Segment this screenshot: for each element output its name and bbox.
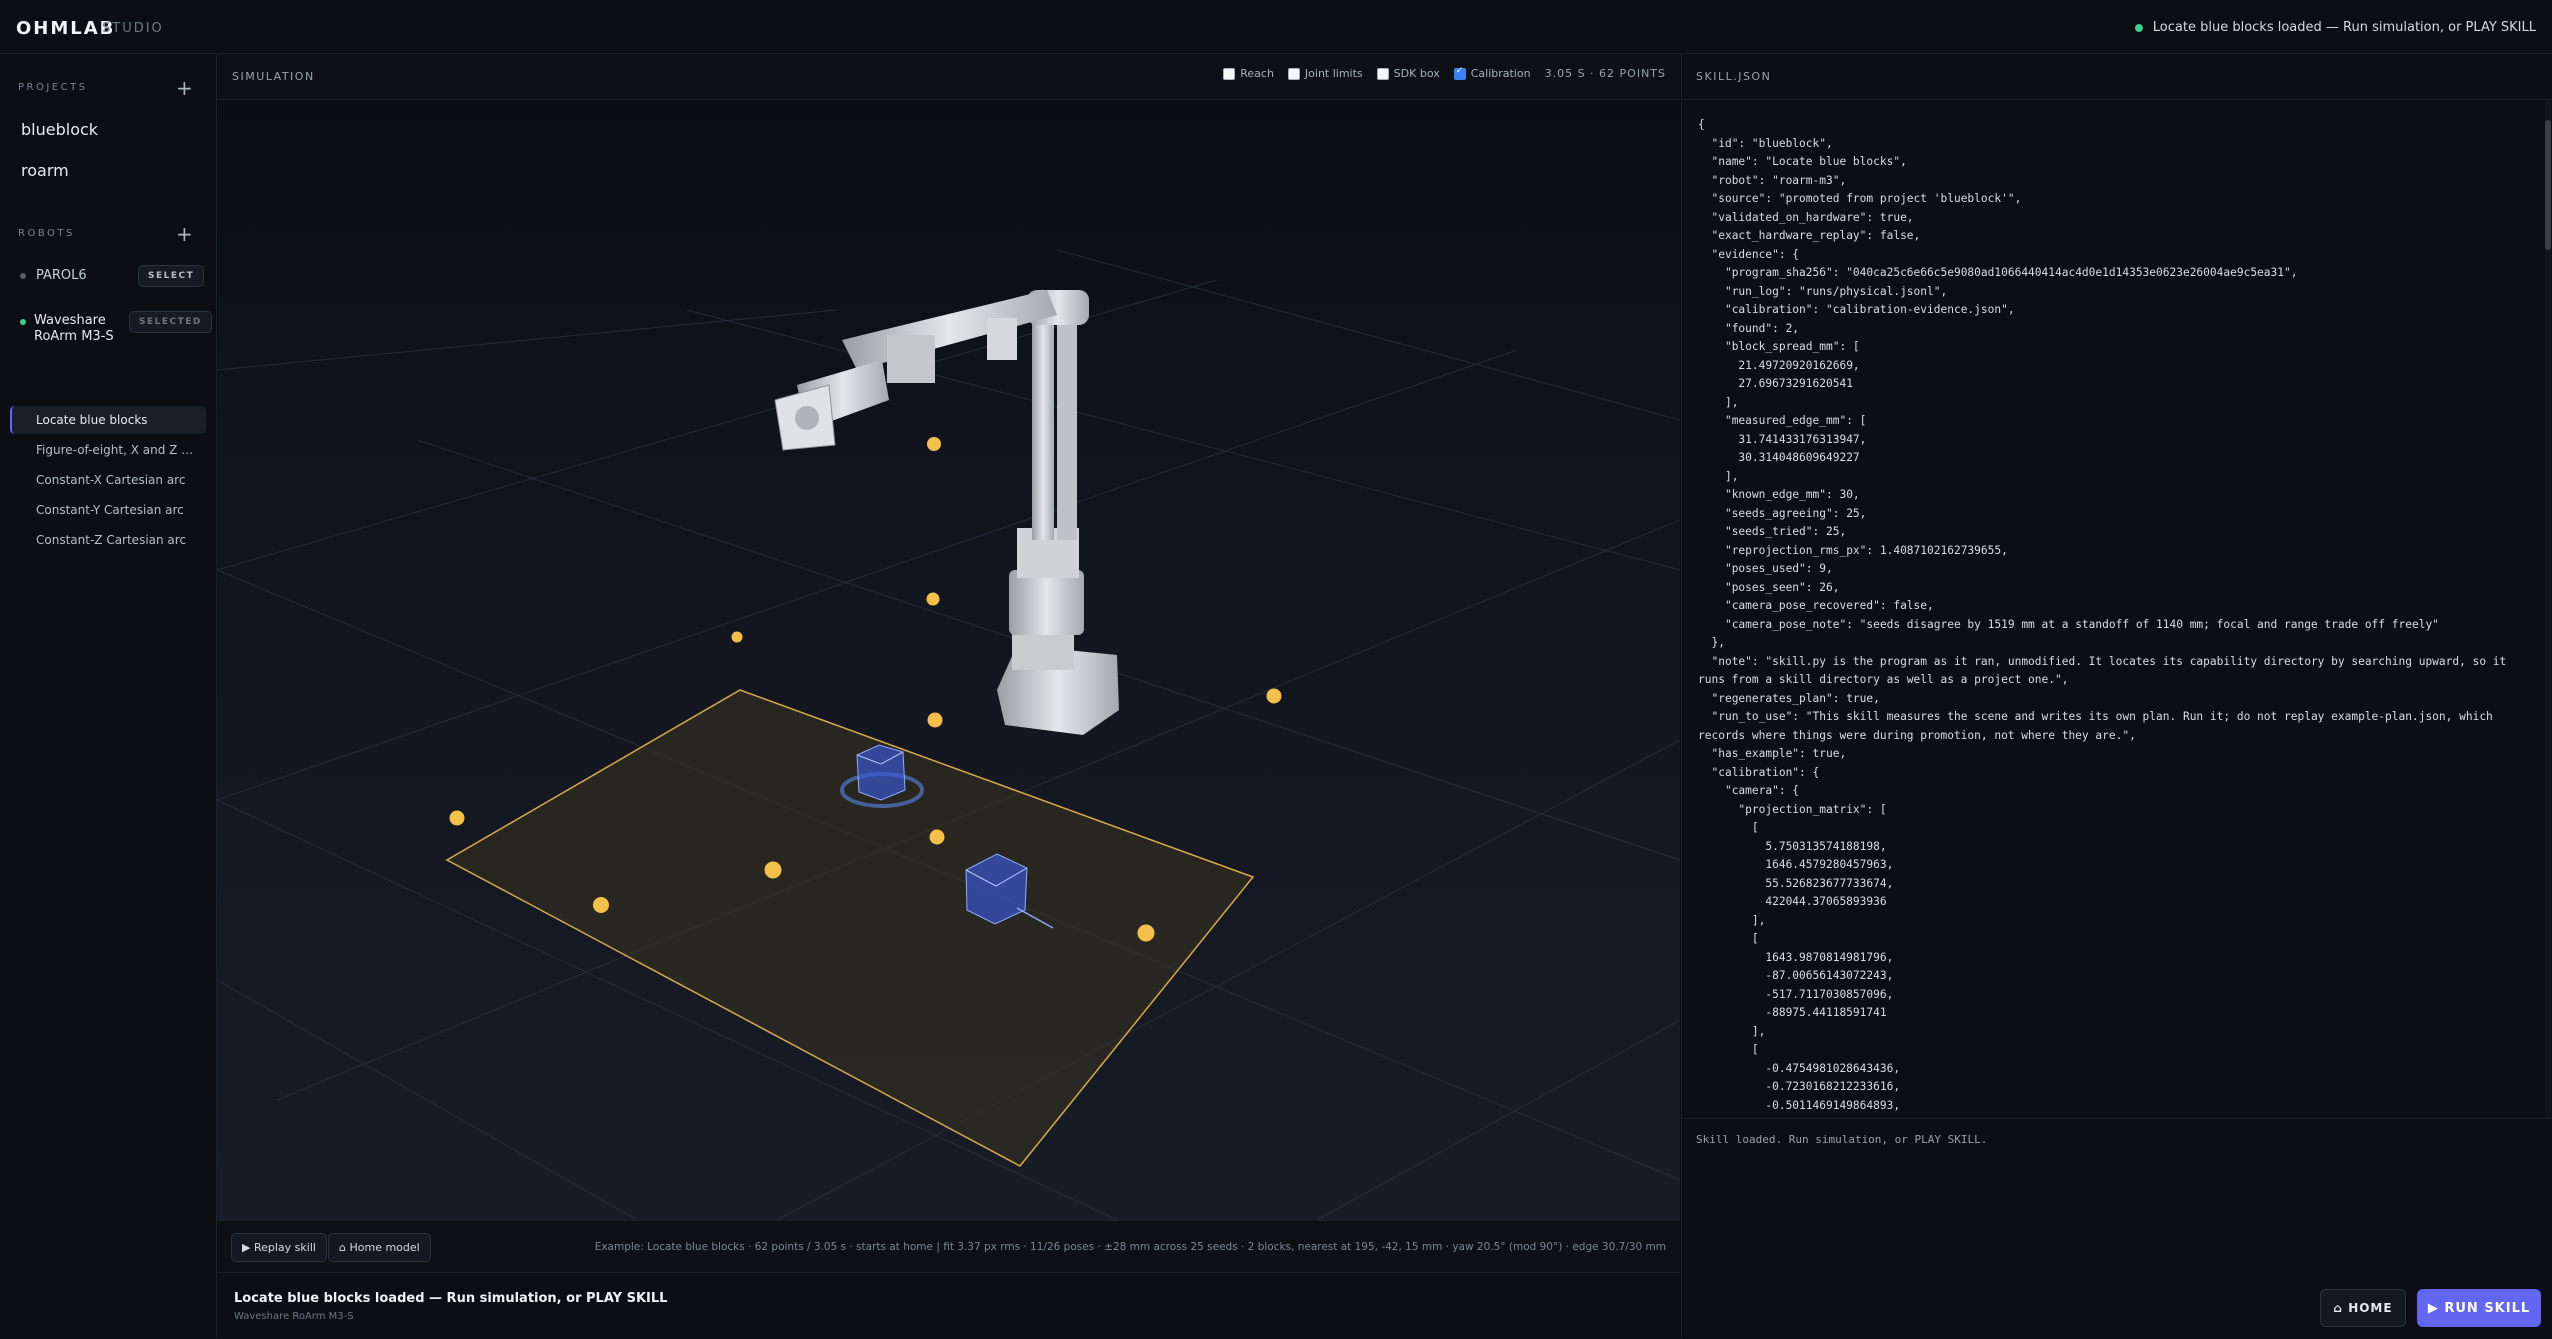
toggle-calibration[interactable]: Calibration bbox=[1453, 66, 1531, 80]
checkbox-calibration[interactable] bbox=[1453, 66, 1466, 80]
toggle-label: SDK box bbox=[1393, 67, 1440, 80]
top-status-text: Locate blue blocks loaded — Run simulati… bbox=[2152, 20, 2536, 35]
robot-status-dot-icon bbox=[20, 272, 26, 279]
skill-json-panel: SKILL.JSON { "id": "blueblock", "name": … bbox=[1681, 54, 2552, 1338]
skill-item[interactable]: Figure-of-eight, X and Z pla... bbox=[36, 443, 196, 457]
bottom-status-bar: Locate blue blocks loaded — Run simulati… bbox=[217, 1272, 1680, 1339]
toggle-sdk-box[interactable]: SDK box bbox=[1376, 67, 1440, 80]
run-skill-button[interactable]: ▶ RUN SKILL bbox=[2417, 1289, 2541, 1327]
toggle-label: Reach bbox=[1240, 67, 1274, 80]
simulation-note: Example: Locate blue blocks · 62 points … bbox=[594, 1241, 1666, 1253]
sidebar: PROJECTS + blueblock roarm ROBOTS + PARO… bbox=[0, 54, 217, 1338]
home-model-button[interactable]: ⌂ Home model bbox=[328, 1233, 431, 1262]
app-logo: OHMLAB bbox=[16, 18, 116, 39]
json-header: SKILL.JSON bbox=[1682, 54, 2552, 100]
robot-item-parol6[interactable]: PAROL6 bbox=[20, 268, 87, 283]
add-robot-icon[interactable]: + bbox=[176, 224, 193, 244]
robot-name-line2: RoArm M3-S bbox=[34, 329, 114, 344]
toggle-label: Joint limits bbox=[1304, 67, 1363, 80]
projects-title: PROJECTS bbox=[18, 82, 88, 93]
select-robot-button[interactable]: SELECT bbox=[138, 265, 205, 287]
skill-item[interactable]: Constant-Z Cartesian arc bbox=[36, 533, 196, 547]
json-scrollbar-thumb[interactable] bbox=[2545, 120, 2551, 250]
simulation-panel: SIMULATION Reach Joint limits SDK box Ca… bbox=[217, 54, 1680, 1339]
3d-viewport[interactable] bbox=[217, 100, 1680, 1220]
checkbox-reach[interactable] bbox=[1223, 67, 1236, 80]
toggle-label: Calibration bbox=[1470, 67, 1531, 80]
add-project-icon[interactable]: + bbox=[176, 78, 193, 98]
project-item-roarm[interactable]: roarm bbox=[21, 161, 69, 180]
simulation-toggles: Reach Joint limits SDK box Calibration 3… bbox=[1223, 66, 1666, 80]
json-title: SKILL.JSON bbox=[1696, 70, 1772, 83]
simulation-header: SIMULATION Reach Joint limits SDK box Ca… bbox=[217, 54, 1680, 100]
robots-title: ROBOTS bbox=[18, 228, 75, 239]
replay-skill-button[interactable]: ▶ Replay skill bbox=[231, 1233, 327, 1262]
simulation-title: SIMULATION bbox=[232, 70, 315, 83]
json-scrollbar[interactable] bbox=[2545, 100, 2551, 1118]
json-code-view[interactable]: { "id": "blueblock", "name": "Locate blu… bbox=[1698, 116, 2538, 1116]
project-item-blueblock[interactable]: blueblock bbox=[21, 120, 98, 139]
home-button[interactable]: ⌂ HOME bbox=[2320, 1289, 2406, 1327]
status-subtitle: Waveshare RoArm M3-S bbox=[234, 1311, 354, 1322]
skill-item[interactable]: Locate blue blocks bbox=[36, 413, 196, 427]
simulation-footer: ▶ Replay skill ⌂ Home model Example: Loc… bbox=[217, 1220, 1680, 1273]
toggle-joint-limits[interactable]: Joint limits bbox=[1287, 67, 1363, 80]
toggle-reach[interactable]: Reach bbox=[1223, 67, 1274, 80]
robot-name: PAROL6 bbox=[36, 268, 87, 283]
simulation-readout: 3.05 S · 62 POINTS bbox=[1544, 67, 1666, 80]
robot-name-line1: Waveshare bbox=[34, 313, 106, 328]
status-title: Locate blue blocks loaded — Run simulati… bbox=[234, 1291, 668, 1306]
status-dot-icon bbox=[2134, 23, 2143, 32]
app-logo-sub: STUDIO bbox=[102, 21, 164, 36]
skill-item[interactable]: Constant-X Cartesian arc bbox=[36, 473, 196, 487]
selected-robot-badge: SELECTED bbox=[129, 311, 212, 333]
robot-status-dot-icon bbox=[20, 319, 26, 325]
skill-item[interactable]: Constant-Y Cartesian arc bbox=[36, 503, 196, 517]
top-bar: OHMLAB STUDIO Locate blue blocks loaded … bbox=[0, 0, 2552, 54]
checkbox-joint-limits[interactable] bbox=[1287, 67, 1300, 80]
top-status: Locate blue blocks loaded — Run simulati… bbox=[2134, 20, 2536, 35]
divider bbox=[1682, 1118, 2552, 1119]
checkbox-sdk-box[interactable] bbox=[1376, 67, 1389, 80]
log-output: Skill loaded. Run simulation, or PLAY SK… bbox=[1696, 1133, 1988, 1146]
